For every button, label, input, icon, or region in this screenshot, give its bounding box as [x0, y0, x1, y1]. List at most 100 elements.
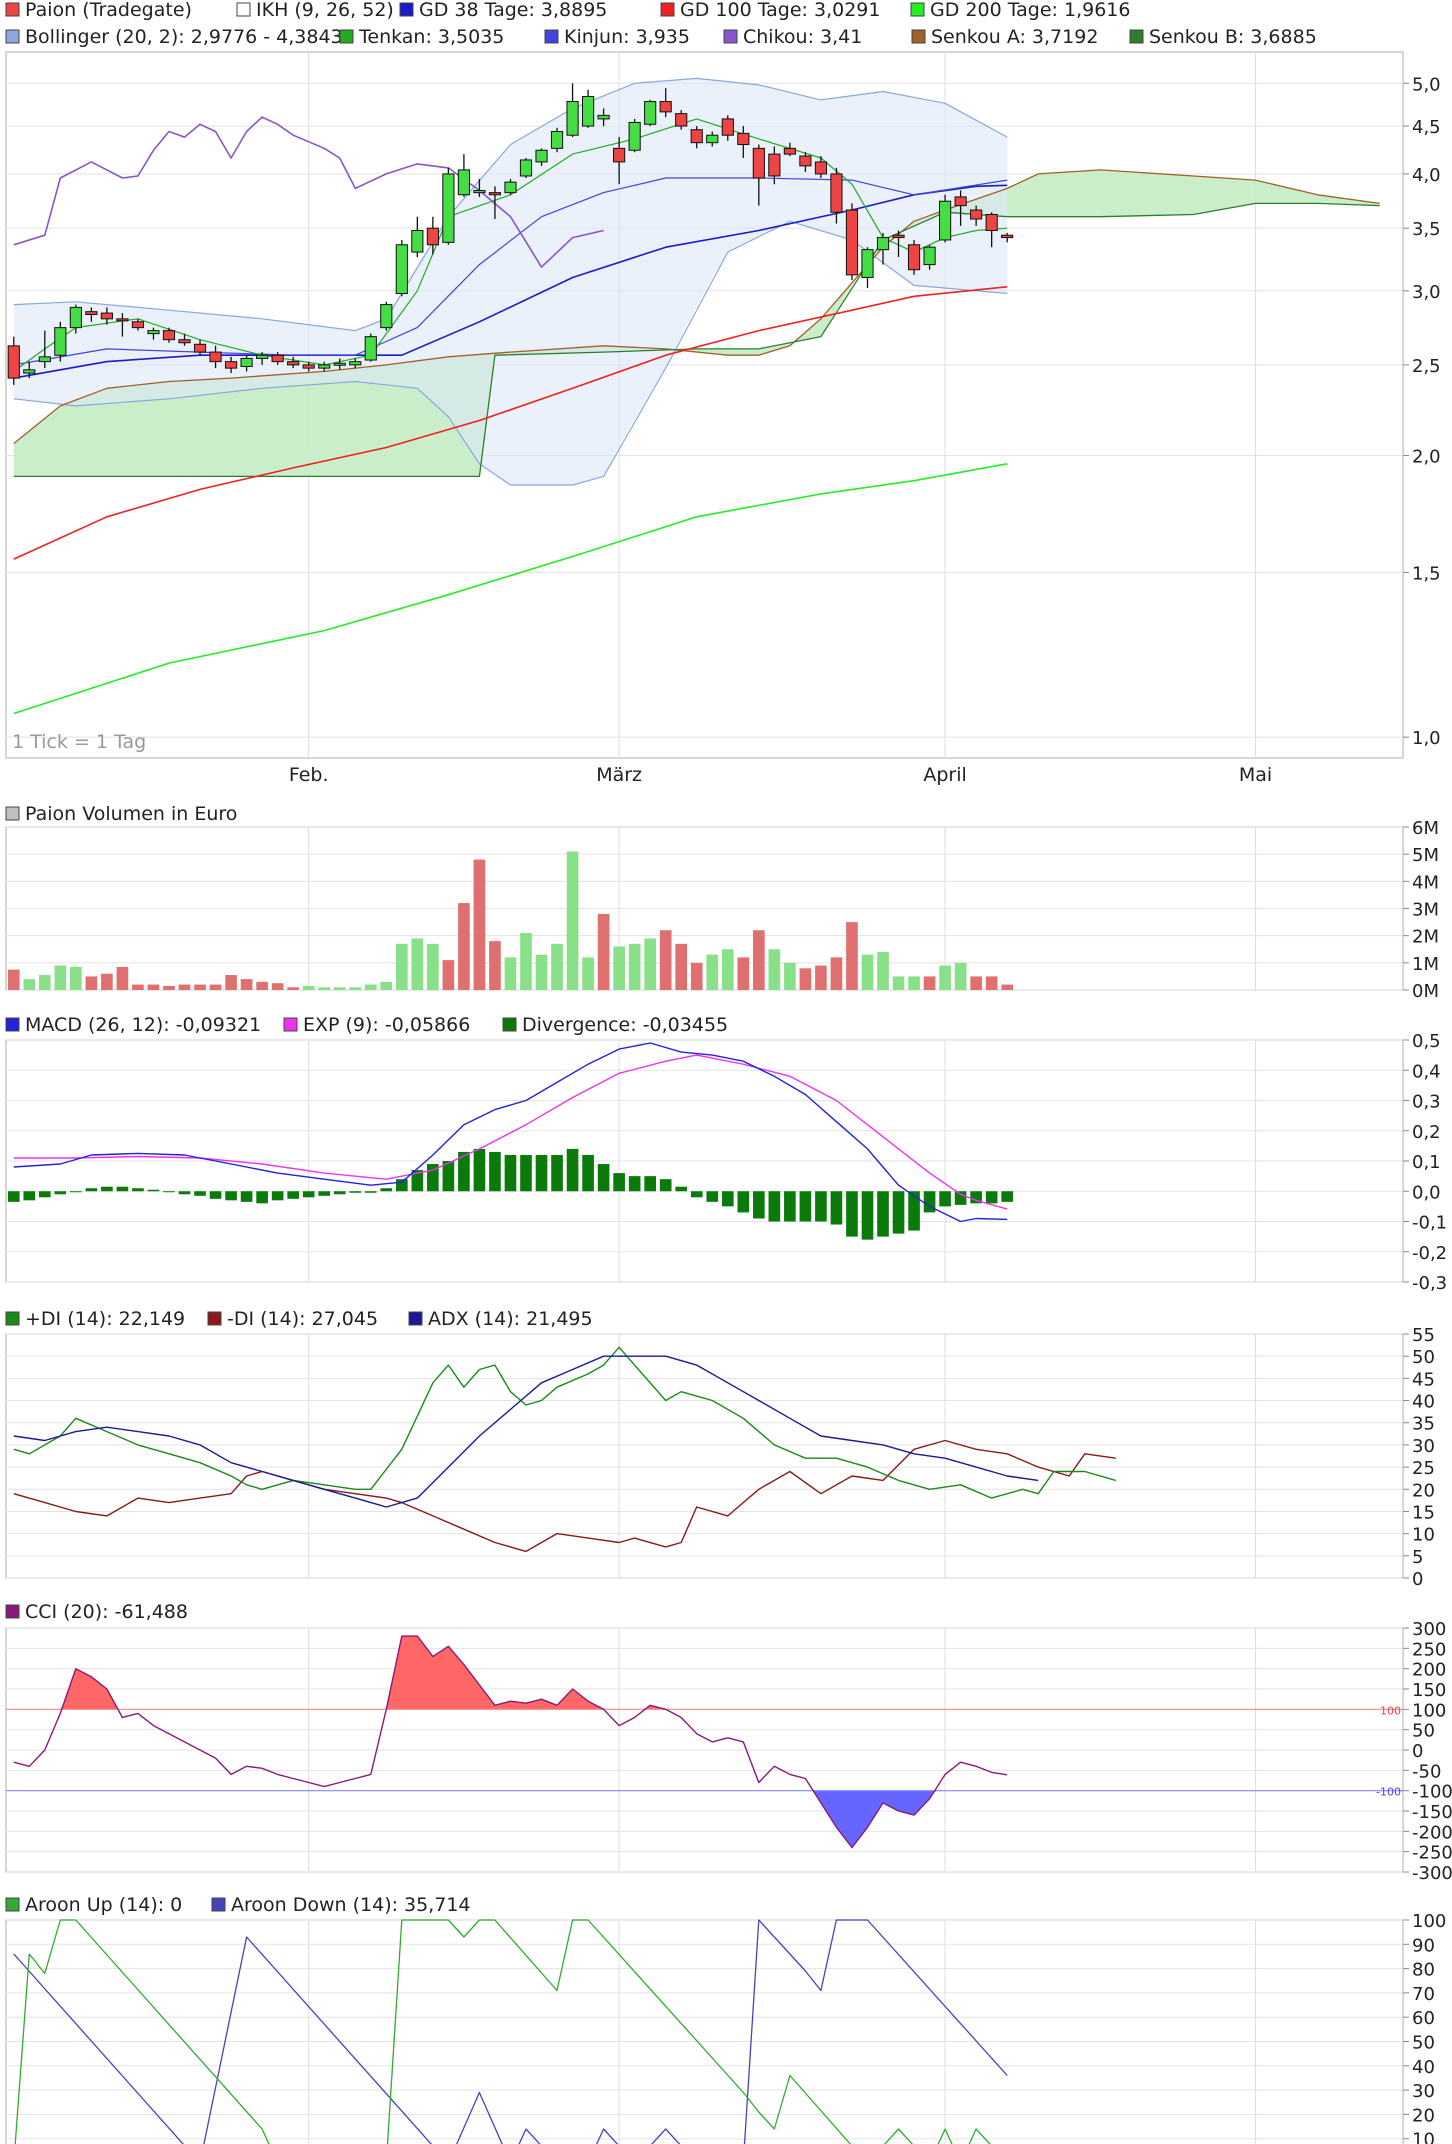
volume-bar	[784, 962, 796, 990]
divergence-bar	[7, 1191, 20, 1202]
legend-swatch	[408, 1311, 423, 1326]
volume-bar	[985, 976, 998, 990]
candle-up	[519, 159, 533, 177]
candle-up	[147, 330, 160, 335]
divergence-bar	[240, 1191, 253, 1202]
volume-bar	[613, 946, 625, 990]
legend-label: Chikou: 3,41	[743, 26, 862, 48]
volume-ytick-label: 5M	[1412, 845, 1439, 866]
legend-swatch	[502, 1017, 517, 1032]
candle-down	[1001, 234, 1014, 239]
cci-ytick-label: 100	[1412, 1700, 1446, 1721]
dmi-ytick-label: 15	[1412, 1502, 1435, 1523]
divergence-bar	[815, 1191, 827, 1222]
volume-ytick-label: 4M	[1412, 872, 1439, 893]
candle-down	[209, 351, 222, 363]
candle-up	[706, 134, 719, 144]
volume-bar	[923, 976, 936, 990]
legend-swatch	[236, 2, 251, 17]
volume-bar	[737, 957, 750, 990]
macd-ytick-label: 0,4	[1412, 1061, 1441, 1082]
divergence-bar	[551, 1154, 563, 1192]
panel-title: Paion Volumen in Euro	[25, 803, 237, 825]
volume-bar	[427, 943, 439, 990]
cci-ytick-label: -150	[1412, 1802, 1452, 1823]
divergence-bar	[225, 1191, 237, 1201]
divergence-bar	[473, 1148, 486, 1192]
legend-swatch	[544, 29, 559, 44]
legend-label: ADX (14): 21,495	[428, 1308, 593, 1330]
volume-bar	[473, 859, 486, 990]
aroon-panel-frame	[5, 1919, 1404, 2144]
candle-up	[581, 95, 595, 127]
candle-down	[7, 345, 20, 379]
legend-swatch	[910, 2, 925, 17]
volume-bar	[411, 938, 424, 990]
divergence-bar	[566, 1148, 579, 1192]
aroon-ytick-label: 40	[1412, 2057, 1435, 2078]
divergence-bar	[380, 1188, 393, 1192]
legend-swatch	[207, 1311, 222, 1326]
volume-bar	[442, 960, 455, 990]
legend-swatch	[5, 1897, 20, 1912]
aroon-ytick-label: 70	[1412, 1984, 1435, 2005]
candle-up	[442, 173, 455, 243]
volume-bar	[582, 957, 594, 990]
candle-up	[939, 200, 952, 241]
dmi-ytick-label: 50	[1412, 1347, 1435, 1368]
divergence-bar	[318, 1191, 331, 1196]
candle-down	[752, 147, 765, 179]
macd-ytick-label: 0,1	[1412, 1152, 1441, 1173]
volume-bar	[815, 965, 827, 990]
legend-label: EXP (9): -0,05866	[303, 1014, 470, 1036]
divergence-bar	[954, 1191, 967, 1205]
candle-down	[985, 213, 998, 232]
volume-bar	[458, 903, 470, 990]
candle-down	[162, 330, 176, 341]
divergence-bar	[985, 1191, 998, 1204]
volume-bar	[566, 851, 579, 990]
cci-lower-threshold-label: -100	[1376, 1786, 1401, 1799]
divergence-bar	[877, 1191, 889, 1237]
candle-down	[721, 118, 734, 136]
candle-up	[861, 249, 874, 278]
volume-bar	[535, 954, 548, 990]
candle-down	[178, 339, 191, 344]
candle-down	[116, 318, 129, 322]
candle-down	[131, 321, 145, 329]
volume-bar	[706, 954, 719, 990]
divergence-bar	[116, 1186, 129, 1192]
volume-bar	[489, 941, 501, 990]
candle-up	[597, 114, 610, 120]
volume-bar	[271, 983, 284, 990]
cci-ytick-label: -250	[1412, 1843, 1452, 1864]
candle-down	[488, 192, 502, 196]
candle-down	[426, 227, 439, 246]
candle-up	[411, 230, 424, 253]
divergence-bar	[395, 1179, 408, 1192]
month-label: Feb.	[289, 764, 329, 786]
candle-up	[644, 101, 657, 125]
candle-up	[256, 354, 269, 359]
candle-up	[566, 101, 579, 136]
divergence-bar	[799, 1191, 812, 1222]
price-ytick-label: 3,5	[1412, 219, 1441, 240]
legend-label: +DI (14): 22,149	[25, 1308, 185, 1330]
divergence-bar	[85, 1188, 98, 1192]
candle-down	[613, 147, 626, 163]
tick-scale-note: 1 Tick = 1 Tag	[12, 731, 146, 753]
legend-label: GD 38 Tage: 3,8895	[419, 0, 607, 21]
volume-ytick-label: 0M	[1412, 981, 1439, 1002]
candle-down	[954, 196, 967, 207]
volume-bar	[753, 930, 765, 990]
cci-ytick-label: 200	[1412, 1660, 1446, 1681]
dmi-ytick-label: 20	[1412, 1480, 1435, 1501]
dmi-ytick-label: 55	[1412, 1325, 1435, 1346]
volume-bar	[302, 985, 315, 990]
macd-ytick-label: 0,5	[1412, 1031, 1441, 1052]
volume-bar	[101, 973, 113, 990]
candle-up	[504, 181, 517, 194]
candle-down	[287, 361, 300, 366]
candle-down	[675, 113, 688, 127]
candle-up	[318, 364, 331, 369]
